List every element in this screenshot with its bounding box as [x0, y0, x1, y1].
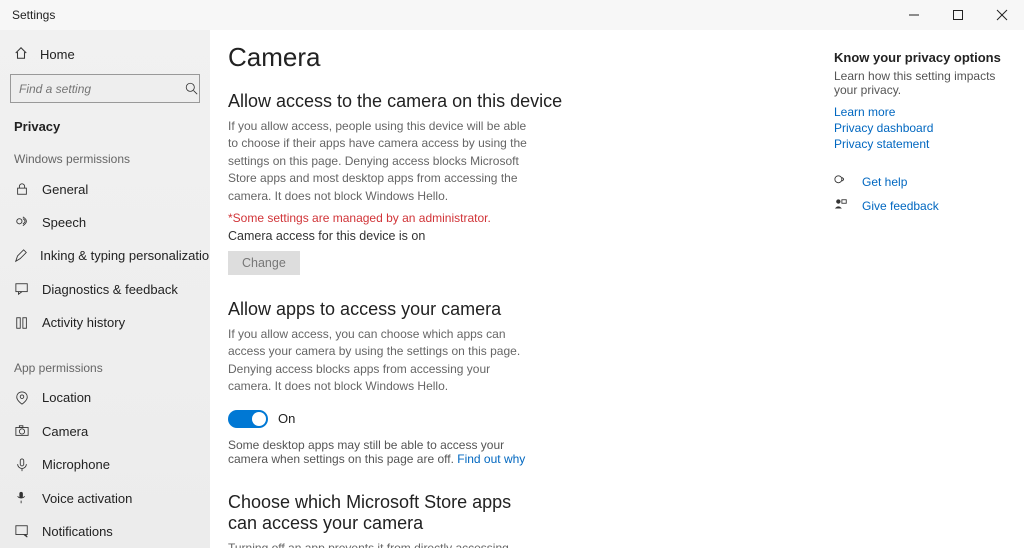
pen-icon [14, 249, 28, 263]
sidebar-item-label: Location [42, 390, 91, 405]
section-allow-device-heading: Allow access to the camera on this devic… [228, 91, 562, 112]
sidebar-item-label: Voice activation [42, 491, 132, 506]
speech-icon [14, 216, 30, 230]
feedback-icon [14, 282, 30, 296]
find-out-why-link[interactable]: Find out why [457, 452, 525, 466]
sidebar: Home Privacy Windows permissions General… [0, 30, 210, 548]
lock-icon [14, 182, 30, 196]
sidebar-item-label: Notifications [42, 524, 113, 539]
feedback-icon [834, 198, 850, 215]
titlebar: Settings [0, 0, 1024, 30]
sidebar-item-label: Diagnostics & feedback [42, 282, 178, 297]
nav-home-label: Home [40, 47, 75, 62]
sidebar-item-voice-activation[interactable]: Voice activation [0, 481, 210, 514]
desktop-apps-note: Some desktop apps may still be able to a… [228, 438, 528, 466]
section-allow-device-desc: If you allow access, people using this d… [228, 118, 528, 205]
sidebar-item-label: General [42, 182, 88, 197]
sidebar-item-inking[interactable]: Inking & typing personalization [0, 239, 210, 272]
voice-icon [14, 491, 30, 505]
section-allow-apps-heading: Allow apps to access your camera [228, 299, 562, 320]
link-learn-more[interactable]: Learn more [834, 105, 1004, 119]
sidebar-item-activity[interactable]: Activity history [0, 306, 210, 339]
microphone-icon [14, 458, 30, 472]
aside-desc: Learn how this setting impacts your priv… [834, 69, 1004, 97]
window-title: Settings [12, 8, 55, 22]
notifications-icon [14, 524, 30, 538]
sidebar-item-diagnostics[interactable]: Diagnostics & feedback [0, 273, 210, 306]
close-button[interactable] [980, 0, 1024, 30]
sidebar-item-notifications[interactable]: Notifications [0, 515, 210, 548]
sidebar-item-microphone[interactable]: Microphone [0, 448, 210, 481]
camera-icon [14, 424, 30, 438]
sidebar-item-speech[interactable]: Speech [0, 206, 210, 239]
sidebar-group-app-permissions: App permissions [0, 349, 210, 381]
link-privacy-statement[interactable]: Privacy statement [834, 137, 1004, 151]
admin-managed-note: *Some settings are managed by an adminis… [228, 211, 562, 225]
link-give-feedback[interactable]: Give feedback [862, 199, 939, 213]
device-camera-status: Camera access for this device is on [228, 229, 562, 243]
sidebar-item-label: Activity history [42, 315, 125, 330]
location-icon [14, 391, 30, 405]
home-icon [14, 46, 28, 63]
page-title: Camera [228, 42, 562, 73]
aside-panel: Know your privacy options Learn how this… [834, 30, 1024, 548]
allow-apps-toggle-label: On [278, 411, 295, 426]
change-button[interactable]: Change [228, 251, 300, 275]
sidebar-item-label: Speech [42, 215, 86, 230]
section-allow-apps-desc: If you allow access, you can choose whic… [228, 326, 528, 396]
aside-heading: Know your privacy options [834, 50, 1004, 65]
allow-apps-toggle[interactable] [228, 410, 268, 428]
minimize-button[interactable] [892, 0, 936, 30]
sidebar-item-camera[interactable]: Camera [0, 415, 210, 448]
link-privacy-dashboard[interactable]: Privacy dashboard [834, 121, 1004, 135]
sidebar-item-label: Camera [42, 424, 88, 439]
sidebar-item-label: Microphone [42, 457, 110, 472]
maximize-button[interactable] [936, 0, 980, 30]
section-choose-apps-heading: Choose which Microsoft Store apps can ac… [228, 492, 528, 534]
nav-home[interactable]: Home [0, 38, 210, 70]
sidebar-section-current: Privacy [0, 113, 210, 140]
search-input-wrap[interactable] [10, 74, 200, 103]
section-choose-apps-desc: Turning off an app prevents it from dire… [228, 540, 528, 548]
sidebar-group-windows-permissions: Windows permissions [0, 140, 210, 172]
link-get-help[interactable]: Get help [862, 175, 907, 189]
sidebar-item-label: Inking & typing personalization [40, 248, 210, 263]
sidebar-item-general[interactable]: General [0, 172, 210, 205]
history-icon [14, 316, 30, 330]
help-icon [834, 174, 850, 191]
sidebar-item-location[interactable]: Location [0, 381, 210, 414]
search-input[interactable] [11, 82, 184, 96]
main-content: Camera Allow access to the camera on thi… [210, 30, 580, 548]
search-icon [184, 82, 199, 95]
